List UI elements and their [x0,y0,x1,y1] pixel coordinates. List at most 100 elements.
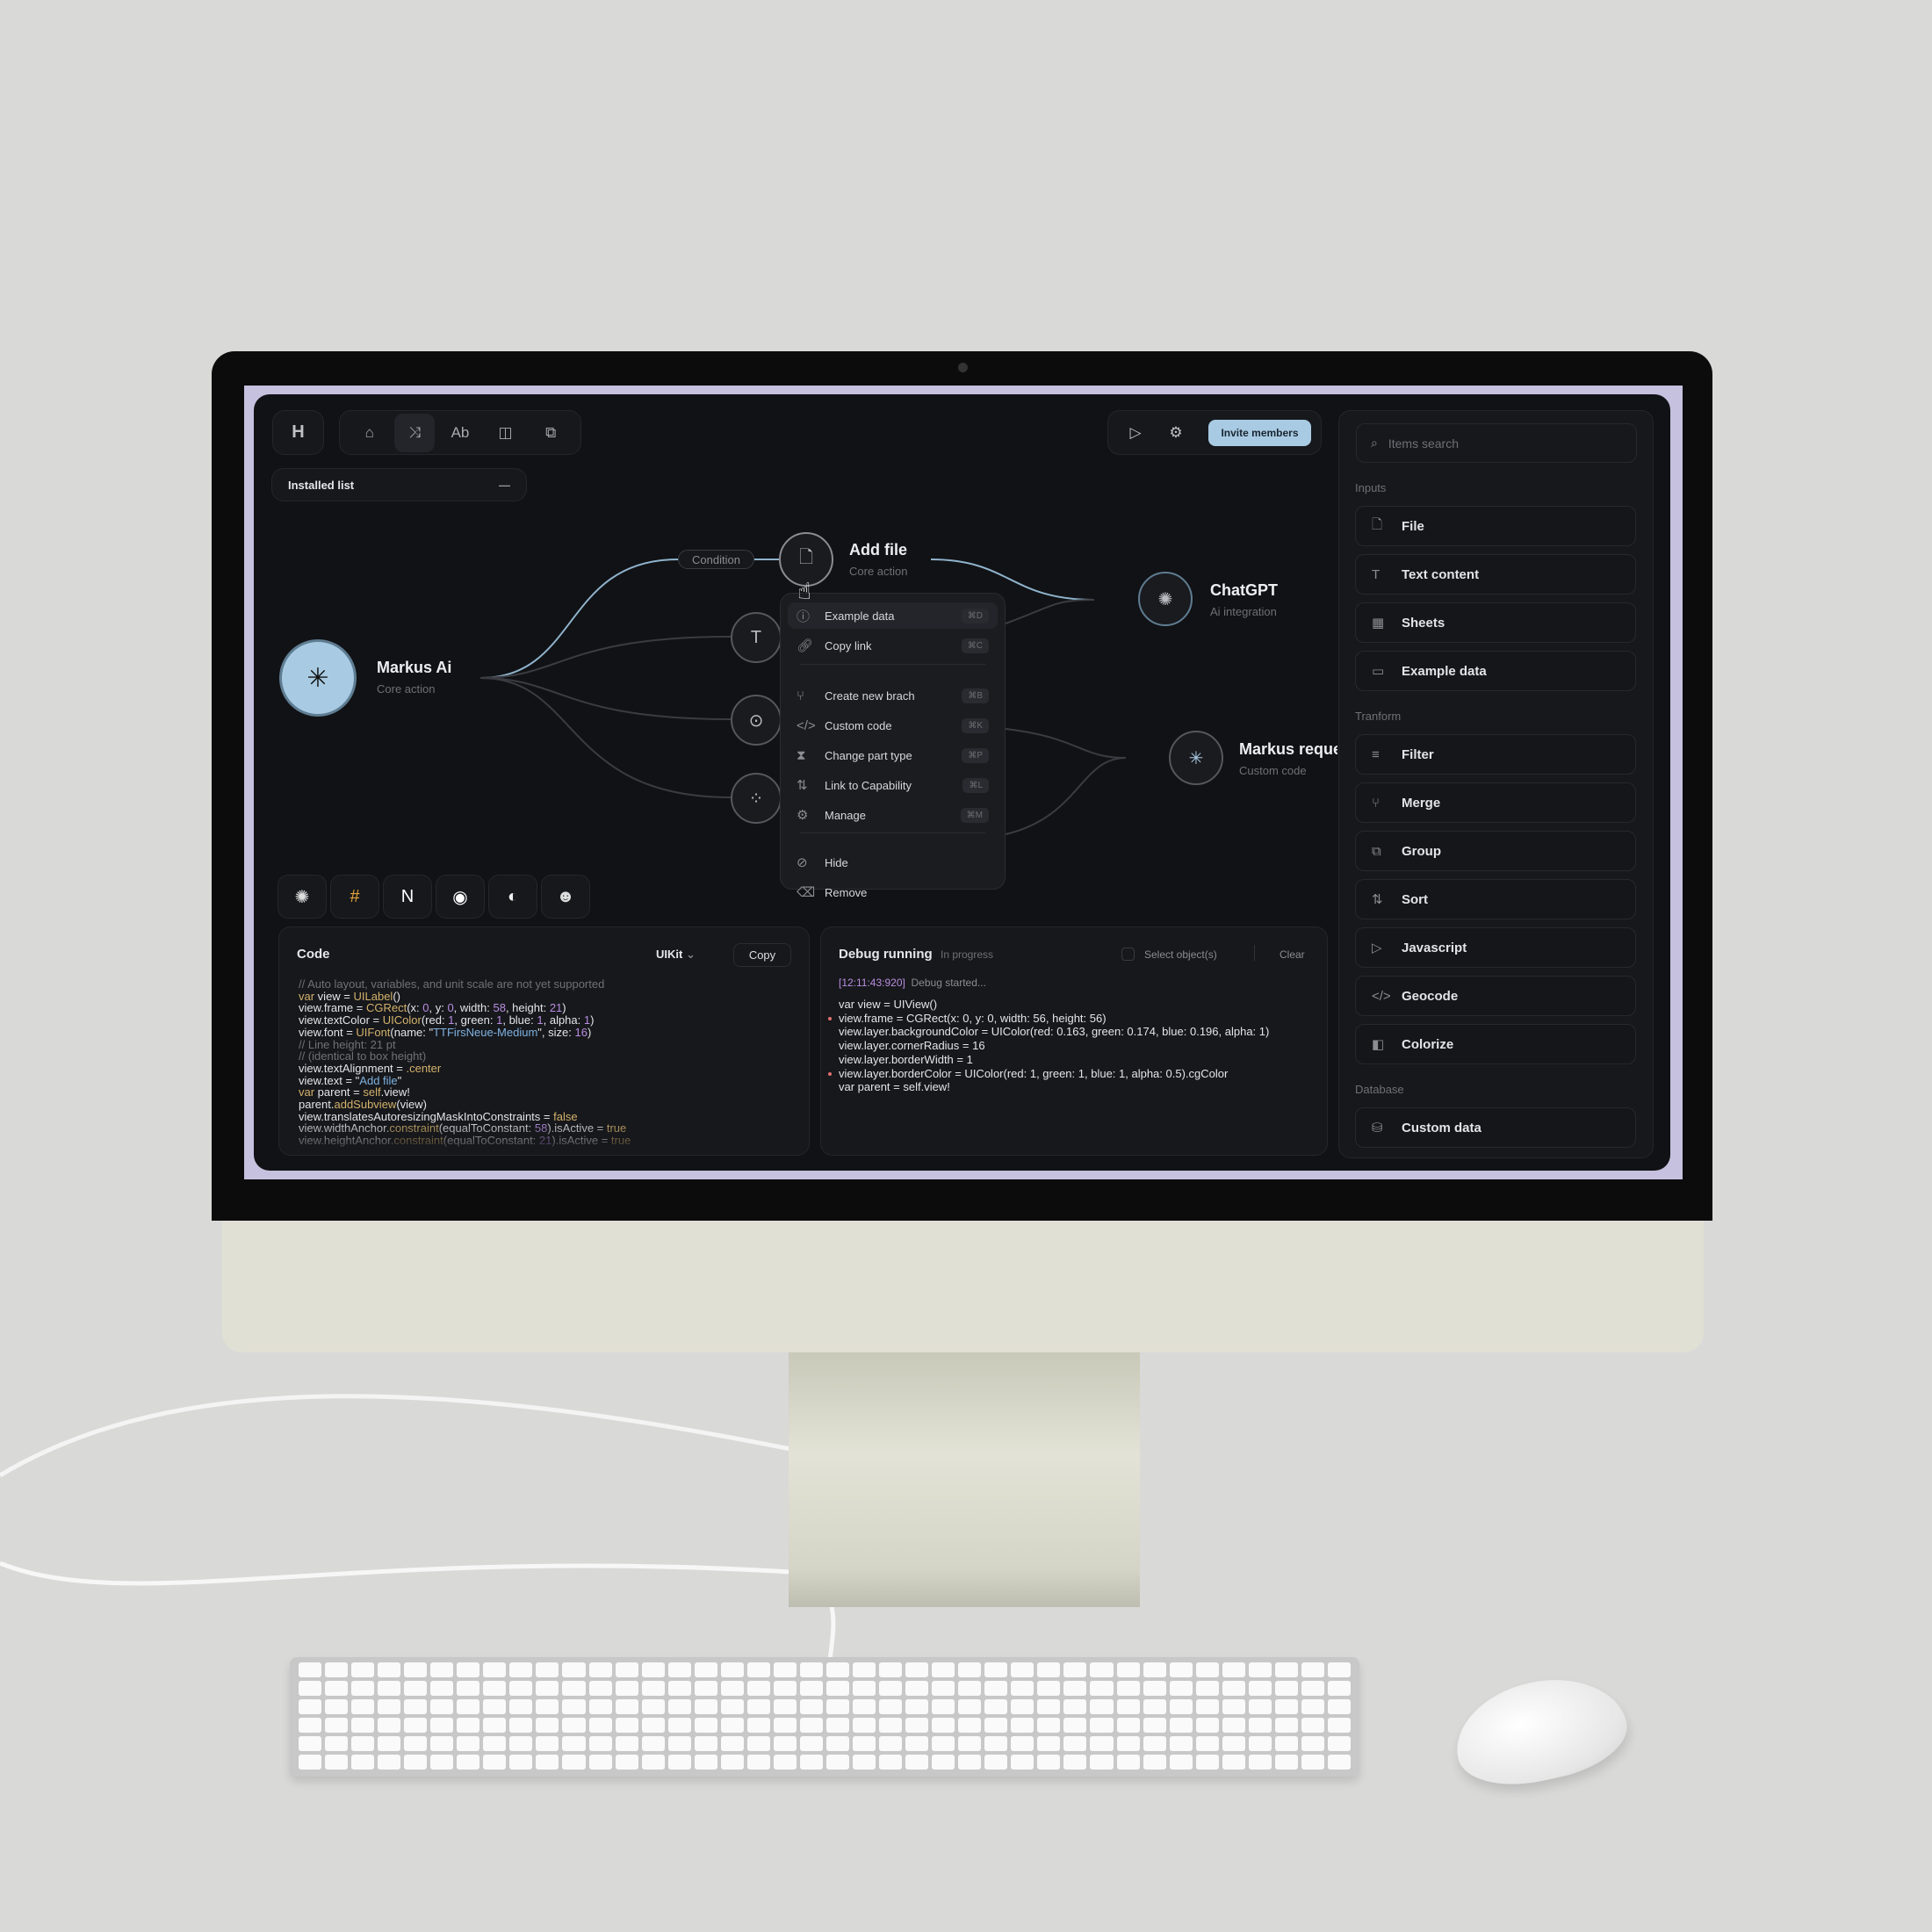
debug-text: view.layer.backgroundColor = UIColor(red… [839,1025,1270,1039]
logo-button[interactable]: H [272,410,324,455]
item-geocode[interactable]: </> Geocode [1355,976,1636,1016]
debug-line: view.layer.borderColor = UIColor(red: 1,… [828,1067,1269,1081]
item-filter[interactable]: ≡ Filter [1355,734,1636,775]
item-group[interactable]: ⧉ Group [1355,831,1636,871]
swap-icon: ⇅ [797,778,808,793]
select-objects-label[interactable]: Select object(s) [1144,948,1217,961]
key [483,1755,507,1770]
item-colorize[interactable]: ◧ Colorize [1355,1024,1636,1064]
key [773,1755,797,1770]
menu-item-custom-code[interactable]: </> Custom code ⌘K [788,712,998,739]
key [905,1755,929,1770]
item-example-data[interactable]: ▭ Example data [1355,651,1636,691]
clear-button[interactable]: Clear [1280,948,1305,961]
shortcut-badge: ⌘C [961,638,989,653]
item-merge[interactable]: ⑂ Merge [1355,782,1636,823]
key [509,1718,533,1733]
plugin-node-icon[interactable]: ⁘ [731,773,782,824]
key [746,1662,770,1677]
menu-divider [800,664,985,665]
item-sort[interactable]: ⇅ Sort [1355,879,1636,919]
text-node[interactable]: T [731,612,782,663]
item-javascript[interactable]: ▷ Javascript [1355,927,1636,968]
devices-icon[interactable]: ⧉ [530,414,571,452]
key [562,1699,586,1714]
key [615,1736,638,1751]
key [853,1681,876,1696]
key [641,1755,665,1770]
key [1222,1736,1245,1751]
gear-icon[interactable]: ⚙ [1161,418,1191,448]
markus-request-node-icon[interactable]: ✳ [1169,731,1223,785]
discord-icon[interactable]: ◉ [436,875,485,919]
key [325,1699,349,1714]
key [958,1718,982,1733]
openai-icon[interactable]: ✺ [278,875,327,919]
menu-item-example-data[interactable]: ⓘ Example data ⌘D [788,602,998,629]
chatgpt-node[interactable]: ChatGPT Ai integration [1210,581,1278,618]
key [536,1681,559,1696]
installed-list-dropdown[interactable]: Installed list — [271,468,527,501]
play-icon[interactable]: ▷ [1121,418,1150,448]
shortcut-badge: ⌘M [960,807,989,823]
openai-icon[interactable]: ✺ [1138,572,1193,626]
key [1037,1681,1061,1696]
key [536,1718,559,1733]
book-icon[interactable]: ◫ [486,414,526,452]
key [1327,1718,1351,1733]
home-icon[interactable]: ⌂ [350,414,390,452]
markus-ai-node[interactable]: Markus Ai Core action [377,659,451,696]
code-line: view.font = UIFont(name: "TTFirsNeue-Med… [299,1026,631,1039]
menu-item-hide[interactable]: ⊘ Hide [788,849,998,876]
markus-ai-node-icon[interactable]: ✳ [279,639,357,717]
notion-icon[interactable]: N [383,875,432,919]
menu-item-link-to-capability[interactable]: ⇅ Link to Capability ⌘L [788,772,998,798]
items-search-input[interactable]: ⌕ Items search [1356,423,1637,463]
item-file[interactable]: 🗋︎ File [1355,506,1636,546]
key [1327,1699,1351,1714]
debug-text: view.frame = CGRect(x: 0, y: 0, width: 5… [839,1011,1107,1025]
mailchimp-icon[interactable]: ☻ [541,875,590,919]
copy-button[interactable]: Copy [733,943,791,967]
text-style-icon[interactable]: Ab [440,414,480,452]
divider [1254,945,1255,961]
markus-request-node[interactable]: Markus request Custom code [1239,740,1337,777]
invite-members-button[interactable]: Invite members [1208,420,1311,446]
group-icon: ⧉ [1372,843,1381,859]
filter-icon: ≡ [1372,746,1380,762]
key [1143,1718,1166,1733]
menu-item-manage[interactable]: ⚙ Manage ⌘M [788,802,998,828]
menu-item-remove[interactable]: ⌫ Remove [788,879,998,905]
key [1090,1736,1114,1751]
key [694,1718,717,1733]
item-label: Geocode [1402,988,1459,1004]
key [958,1681,982,1696]
menu-item-change-part-type[interactable]: ⧗ Change part type ⌘P [788,742,998,768]
menu-item-copy-link[interactable]: 🔗︎ Copy link ⌘C [788,632,998,659]
slack-icon[interactable]: # [330,875,379,919]
key [773,1662,797,1677]
key [299,1681,322,1696]
linear-icon[interactable]: ◐ [488,875,537,919]
key [879,1681,903,1696]
key [853,1699,876,1714]
item-text-content[interactable]: T Text content [1355,554,1636,595]
key [746,1718,770,1733]
item-sheets[interactable]: ▦ Sheets [1355,602,1636,643]
select-objects-checkbox[interactable] [1121,948,1135,961]
key [667,1755,691,1770]
chip-icon: ⚙ [797,808,809,823]
add-file-node[interactable]: Add file Core action [849,541,907,578]
key [1116,1755,1140,1770]
framework-select[interactable]: UIKit ⌄ [656,948,696,962]
scan-node-icon[interactable]: ⊙ [731,695,782,746]
key [1222,1718,1245,1733]
key [325,1755,349,1770]
flow-icon[interactable]: ⤨ [394,413,436,452]
key [667,1736,691,1751]
condition-label[interactable]: Condition [678,550,754,569]
menu-item-create-new-brach[interactable]: ⑂ Create new brach ⌘B [788,682,998,709]
key [667,1718,691,1733]
item-custom-data[interactable]: ⛁ Custom data [1355,1107,1636,1148]
collapse-icon[interactable]: — [499,479,510,492]
